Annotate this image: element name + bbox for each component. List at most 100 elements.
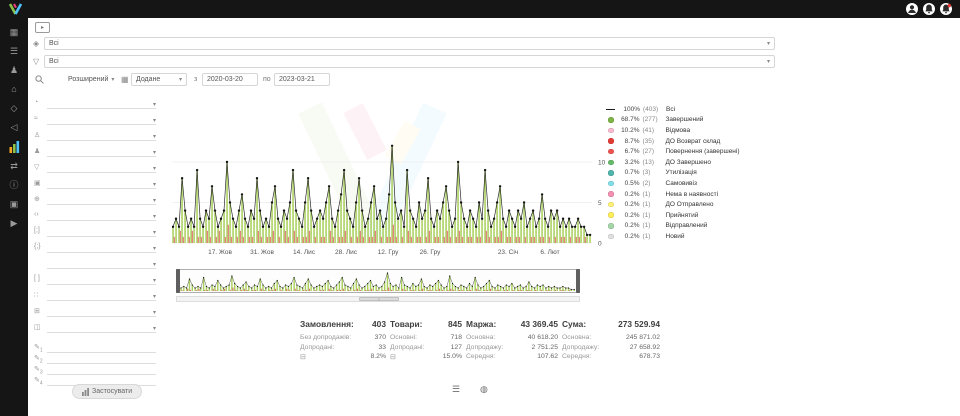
filter-8-dropdown[interactable]: ▾ [47,209,156,221]
rail-orders-icon[interactable]: ☰ [6,46,22,57]
legend-item[interactable]: 0.2%(1)Прийнятий [606,210,786,221]
user-icon [906,3,918,15]
legend-item[interactable]: 0.2%(1)Відправлений [606,221,786,232]
legend-percent: 100% [618,106,640,113]
legend-item[interactable]: 8.7%(35)ДО Возврат склад [606,136,786,147]
navigator-left-handle[interactable] [176,269,180,293]
filter-9-icon: [;] [34,227,47,234]
legend-percent: 10.2% [618,127,640,134]
app-logo-icon[interactable] [8,3,23,16]
side-rail: ▦ ☰ ♟ ⌂ ◇ ◁ ⇄ ⓘ ▣ ▶ [0,18,28,416]
chevron-down-icon: ▾ [153,213,156,220]
legend-percent: 0.2% [618,222,640,229]
rail-customers-icon[interactable]: ♟ [6,65,22,76]
date-to-label: по [263,76,271,83]
filter-1-dropdown[interactable]: ▾ [47,97,156,109]
rail-info-icon[interactable]: ⓘ [6,180,22,191]
status-filter-dropdown[interactable]: Всі ▾ [44,37,775,50]
svg-text:6. Лют: 6. Лют [540,249,559,256]
detailed-list-icon[interactable]: ☰ [452,384,460,395]
custom-field-3-dropdown[interactable] [47,367,156,375]
legend-label: Завершений [666,116,704,123]
legend-item[interactable]: 10.2%(41)Відмова [606,125,786,136]
summary-value: 403 [372,319,386,329]
rail-apps-icon[interactable]: ▣ [6,199,22,210]
filter-5-dropdown[interactable]: ▾ [47,161,156,173]
orders-timeseries-chart[interactable]: 051017. Жов31. Жов14. Лис28. Лис12. Гру2… [172,96,617,258]
rail-dashboard-icon[interactable]: ▦ [6,27,22,38]
legend-count: (1) [643,233,666,240]
chevron-down-icon: ▾ [153,117,156,124]
rail-marketing-icon[interactable]: ◁ [6,122,22,133]
svg-text:0: 0 [598,240,602,247]
summary-row-label: Допродані: [300,344,334,351]
legend-item[interactable]: 0.2%(1)Новий [606,231,786,242]
filter-10-dropdown[interactable]: ▾ [47,241,156,253]
chart-navigator[interactable] [176,269,580,293]
legend-item[interactable]: 0.7%(3)Утилізація [606,168,786,179]
summary-value: 43 369.45 [521,319,558,329]
filter-13-dropdown[interactable]: ▾ [47,289,156,301]
legend-dot-marker [608,181,614,187]
filter-8-icon: ‹› [34,211,47,218]
legend-dot-marker [608,149,614,155]
notifications-button[interactable] [923,3,935,15]
chevron-down-icon: ▾ [111,76,114,83]
chevron-down-icon: ▾ [767,58,770,65]
legend-percent: 68.7% [618,116,640,123]
summary-row-value: 678.73 [639,353,660,360]
custom-field-1-dropdown[interactable] [47,345,156,353]
filter-6-dropdown[interactable]: ▾ [47,177,156,189]
legend-dot-marker [608,234,614,240]
filter-4-dropdown[interactable]: ▾ [47,145,156,157]
legend-count: (277) [643,116,666,123]
globe-icon[interactable]: ◍ [480,384,488,395]
filter-3-dropdown[interactable]: ▾ [47,129,156,141]
custom-field-2-dropdown[interactable] [47,356,156,364]
filter-15-dropdown[interactable]: ▾ [47,321,156,333]
filter-7-dropdown[interactable]: ▾ [47,193,156,205]
legend-count: (41) [643,127,666,134]
custom-field-4-icon: ✎4 [34,376,47,386]
filter-9-dropdown[interactable]: ▾ [47,225,156,237]
date-field-dropdown[interactable]: Додане ▾ [131,73,187,86]
date-from-input[interactable]: 2020-03-20 [202,73,258,86]
legend-item[interactable]: 68.7%(277)Завершений [606,115,786,126]
svg-text:28. Лис: 28. Лис [335,249,358,256]
filter-14-dropdown[interactable]: ▾ [47,305,156,317]
filter-11-dropdown[interactable]: ▾ [47,257,156,269]
legend-item[interactable]: 100%(403)Всі [606,104,786,115]
search-icon[interactable] [35,75,44,84]
legend-percent: 3.2% [618,159,640,166]
svg-text:23. Січ: 23. Січ [498,248,518,256]
legend-item[interactable]: 6.7%(27)Повернення (завершені) [606,146,786,157]
apply-filters-button[interactable]: Застосувати [72,384,142,399]
filter-2-dropdown[interactable]: ▾ [47,113,156,125]
legend-item[interactable]: 0.5%(2)Самовивіз [606,178,786,189]
legend-item[interactable]: 3.2%(13)ДО Завершено [606,157,786,168]
filter-12-dropdown[interactable]: ▾ [47,273,156,285]
legend-item[interactable]: 0.2%(1)ДО Отправлено [606,199,786,210]
legend-label: ДО Завершено [666,159,711,166]
rail-store-icon[interactable]: ⌂ [6,84,22,95]
search-mode-dropdown[interactable]: Розширений ▾ [64,73,114,86]
video-widget-icon[interactable]: ▸ [35,22,50,33]
alerts-button[interactable] [940,3,952,15]
legend-percent: 8.7% [618,138,640,145]
rail-analytics-icon[interactable] [6,141,22,153]
rail-integrations-icon[interactable]: ⇄ [6,161,22,172]
rail-video-icon[interactable]: ▶ [6,218,22,229]
source-filter-dropdown[interactable]: Всі ▾ [44,55,775,68]
svg-text:31. Жов: 31. Жов [250,249,274,256]
svg-text:12. Гру: 12. Гру [378,249,400,256]
navigator-scrollbar[interactable]: ≡ [176,296,580,302]
legend-percent: 0.2% [618,201,640,208]
date-to-input[interactable]: 2023-03-21 [274,73,330,86]
navigator-scroll-thumb[interactable]: ≡ [359,297,399,301]
navigator-right-handle[interactable] [576,269,580,293]
summary-row-value: 370 [375,334,386,341]
account-button[interactable] [906,3,918,15]
legend-label: ДО Отправлено [666,201,714,208]
legend-item[interactable]: 0.2%(1)Нема в наявності [606,189,786,200]
rail-products-icon[interactable]: ◇ [6,103,22,114]
